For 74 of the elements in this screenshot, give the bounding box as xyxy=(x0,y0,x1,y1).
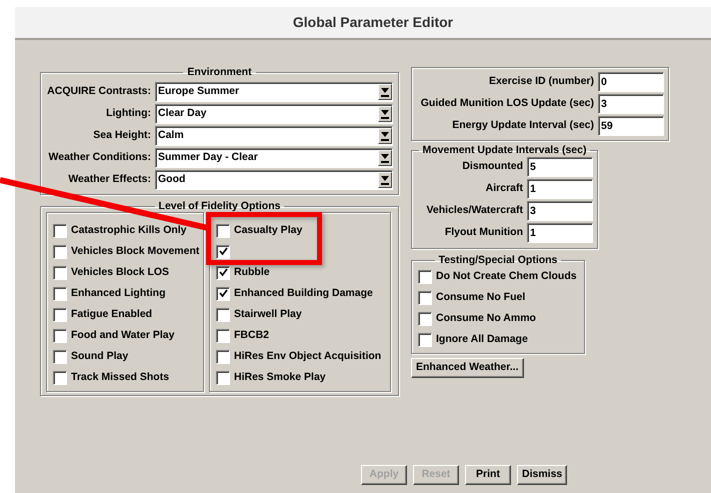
dialog-button[interactable]: Print xyxy=(465,465,511,485)
checkbox-label: Vehicles Block Movement xyxy=(71,244,200,259)
checkbox[interactable] xyxy=(418,270,432,284)
checkbox-label: Enhanced Building Damage xyxy=(234,286,373,301)
window-title: Global Parameter Editor xyxy=(292,13,454,32)
checkbox[interactable] xyxy=(216,350,230,364)
dropdown-field[interactable]: Europe Summer xyxy=(155,82,393,102)
checkbox-label: Consume No Fuel xyxy=(436,290,526,305)
checkbox-label: Do Not Create Chem Clouds xyxy=(436,268,577,284)
checkbox[interactable] xyxy=(53,328,67,342)
checkbox-label: Casualty Play xyxy=(234,222,302,238)
checkbox[interactable] xyxy=(53,308,67,322)
checkbox-label: Fatigue Enabled xyxy=(71,306,152,322)
checkbox[interactable] xyxy=(53,266,67,280)
checkbox-label: Vehicles Block LOS xyxy=(71,264,170,280)
field-label: Aircraft xyxy=(486,181,523,196)
checkbox[interactable] xyxy=(216,308,230,322)
checkbox-label: Track Missed Shots xyxy=(71,370,170,385)
input-field[interactable]: 0 xyxy=(598,72,664,92)
checkbox-label: Food and Water Play xyxy=(71,328,174,343)
checkbox[interactable] xyxy=(53,350,67,364)
enhanced-weather-button[interactable]: Enhanced Weather... xyxy=(411,358,524,378)
checkbox-label: Consume No Ammo xyxy=(436,310,536,326)
field-label: Vehicles/Watercraft xyxy=(426,203,523,218)
checkbox-label: HiRes Smoke Play xyxy=(234,370,326,385)
checkbox-label: Ignore All Damage xyxy=(436,332,528,347)
field-label: Exercise ID (number) xyxy=(488,74,594,90)
checkbox[interactable] xyxy=(53,286,67,300)
input-field[interactable]: 3 xyxy=(527,201,593,221)
checkbox-label: Stairwell Play xyxy=(234,306,302,322)
field-label: Guided Munition LOS Update (sec) xyxy=(420,96,594,112)
check-icon xyxy=(218,268,228,277)
field-label: Weather Conditions: xyxy=(48,150,151,166)
field-label: Energy Update Interval (sec) xyxy=(452,118,594,134)
input-field[interactable]: 1 xyxy=(527,179,593,199)
dialog-button[interactable]: Dismiss xyxy=(517,465,568,485)
input-field[interactable]: 5 xyxy=(527,157,593,177)
dropdown-field[interactable]: Calm xyxy=(155,126,393,146)
checkbox[interactable] xyxy=(53,244,67,258)
input-field[interactable]: 3 xyxy=(598,94,664,114)
checkbox[interactable] xyxy=(216,370,230,384)
dropdown-field[interactable]: Good xyxy=(155,170,393,190)
field-label: Dismounted xyxy=(462,159,523,174)
input-field[interactable]: 1 xyxy=(527,223,593,243)
field-label: Sea Height: xyxy=(92,128,151,144)
group-title: Environment xyxy=(186,66,253,78)
check-icon xyxy=(218,247,228,256)
checkbox[interactable] xyxy=(216,244,230,258)
checkbox[interactable] xyxy=(418,290,432,304)
checkbox[interactable] xyxy=(53,224,67,238)
checkbox-label: FBCB2 xyxy=(234,328,270,343)
field-label: Weather Effects: xyxy=(67,172,151,188)
checkbox-label: Rubble xyxy=(234,264,270,280)
checkbox-label: HiRes Env Object Acquisition xyxy=(234,348,382,364)
checkbox[interactable] xyxy=(418,332,432,346)
dropdown-field[interactable]: Summer Day - Clear xyxy=(155,148,393,168)
checkbox-label: Catastrophic Kills Only xyxy=(71,222,187,238)
field-label: ACQUIRE Contrasts: xyxy=(46,84,151,100)
group-title: Testing/Special Options xyxy=(438,254,558,266)
dropdown-field[interactable]: Clear Day xyxy=(155,104,393,124)
group-title: Level of Fidelity Options xyxy=(158,200,282,212)
checkbox[interactable] xyxy=(216,328,230,342)
checkbox-label: Sound Play xyxy=(71,348,128,364)
group-title: Movement Update Intervals (sec) xyxy=(422,144,588,156)
checkbox[interactable] xyxy=(216,224,230,238)
checkbox[interactable] xyxy=(216,266,230,280)
field-label: Lighting: xyxy=(105,106,151,122)
check-icon xyxy=(218,289,228,298)
checkbox[interactable] xyxy=(418,312,432,326)
checkbox-label: Enhanced Lighting xyxy=(71,286,166,301)
checkbox[interactable] xyxy=(216,286,230,300)
checkbox[interactable] xyxy=(53,370,67,384)
field-label: Flyout Munition xyxy=(444,225,523,240)
input-field[interactable]: 59 xyxy=(598,116,664,136)
